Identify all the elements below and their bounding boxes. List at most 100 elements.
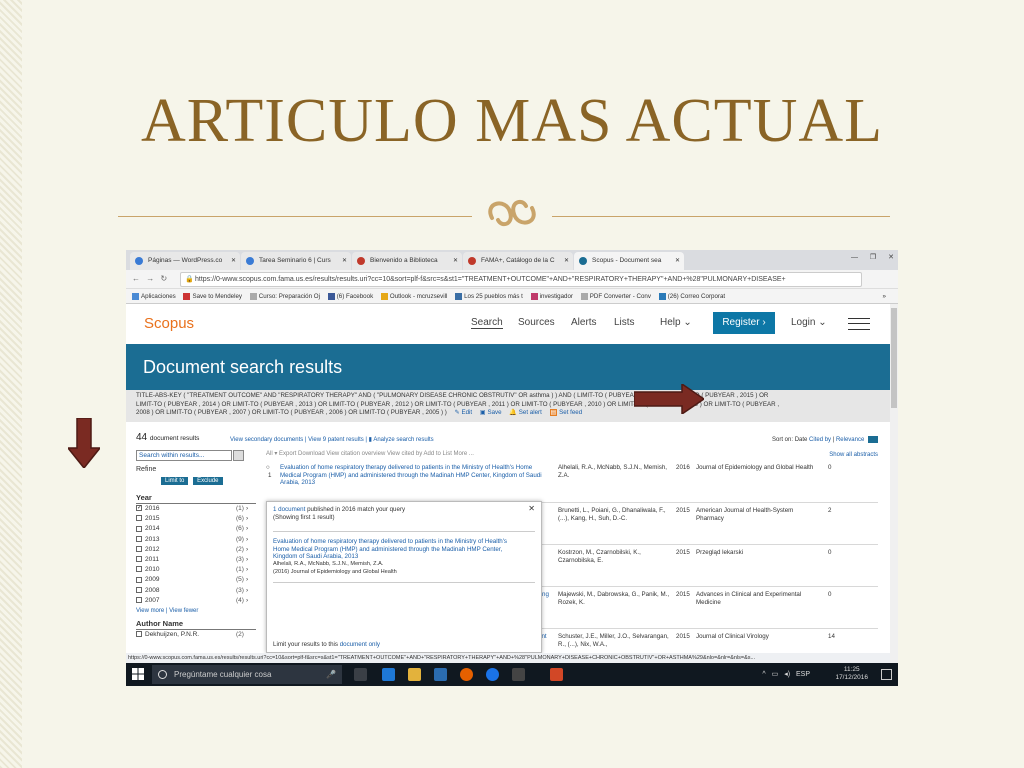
bookmark-item[interactable]: Save to Mendeley bbox=[183, 289, 242, 303]
result-authors[interactable]: Brunetti, L., Poiani, G., Dhanaliwala, F… bbox=[558, 507, 670, 522]
bookmark-item[interactable]: Curso: Preparación Oj bbox=[249, 289, 320, 303]
hamburger-menu-icon[interactable] bbox=[848, 318, 870, 330]
save-query-link[interactable]: ▣ Save bbox=[480, 409, 502, 416]
limit-document-link[interactable]: document only bbox=[340, 641, 380, 648]
year-facet-item[interactable]: 2009 (5) › bbox=[136, 575, 256, 585]
result-source[interactable]: Przegląd lekarski bbox=[696, 549, 816, 557]
clock[interactable]: 11:25 17/12/2016 bbox=[835, 666, 868, 682]
sort-relevance[interactable]: Relevance bbox=[836, 437, 864, 443]
checkbox[interactable] bbox=[136, 556, 142, 563]
url-input[interactable]: 🔒 https://0-www.scopus.com.fama.us.es/res… bbox=[180, 272, 862, 287]
result-cited[interactable]: 0 bbox=[828, 464, 831, 472]
close-icon[interactable]: ✕ bbox=[528, 505, 535, 513]
checkbox[interactable] bbox=[136, 546, 142, 553]
checkbox[interactable] bbox=[136, 596, 142, 603]
chevron-right-icon[interactable]: › bbox=[246, 524, 248, 534]
windows-start-icon[interactable] bbox=[132, 668, 144, 680]
result-source[interactable]: Journal of Epidemiology and Global Healt… bbox=[696, 464, 816, 472]
edit-query-link[interactable]: ✎ Edit bbox=[455, 409, 473, 416]
view-secondary-link[interactable]: View secondary documents bbox=[230, 437, 303, 443]
task-view-icon[interactable] bbox=[354, 668, 367, 681]
search-within-input[interactable]: Search within results... bbox=[136, 450, 244, 461]
result-source[interactable]: Advances in Clinical and Experimental Me… bbox=[696, 591, 816, 606]
register-button[interactable]: Register › bbox=[713, 312, 775, 334]
result-source[interactable]: Journal of Clinical Virology bbox=[696, 633, 816, 641]
checkbox[interactable] bbox=[136, 515, 142, 522]
year-facet-item[interactable]: 2012 (2) › bbox=[136, 545, 256, 555]
year-facet-item[interactable]: 2011 (3) › bbox=[136, 555, 256, 565]
browser-tab[interactable]: FAMA+, Catálogo de la C ✕ bbox=[463, 252, 573, 270]
result-source[interactable]: American Journal of Health-System Pharma… bbox=[696, 507, 816, 522]
sort-cited[interactable]: Cited by bbox=[809, 437, 831, 443]
page-scrollbar[interactable] bbox=[890, 304, 898, 664]
popup-document-link[interactable]: 1 document bbox=[273, 506, 305, 513]
checkbox[interactable] bbox=[136, 576, 142, 583]
close-icon[interactable]: ✕ bbox=[231, 252, 236, 270]
nav-lists[interactable]: Lists bbox=[614, 317, 635, 328]
nav-alerts[interactable]: Alerts bbox=[571, 317, 597, 328]
close-icon[interactable]: ✕ bbox=[675, 252, 680, 270]
chevron-right-icon[interactable]: › bbox=[246, 586, 248, 596]
chevron-right-icon[interactable]: › bbox=[246, 555, 248, 565]
show-abstracts-link[interactable]: Show all abstracts bbox=[829, 452, 878, 458]
chevron-right-icon[interactable]: › bbox=[246, 504, 248, 514]
checkbox[interactable] bbox=[136, 566, 142, 573]
analyze-results-link[interactable]: ▮ Analyze search results bbox=[369, 437, 434, 443]
result-cited[interactable]: 2 bbox=[828, 507, 831, 515]
sort-date[interactable]: Date bbox=[795, 437, 808, 443]
bookmark-item[interactable]: investigador bbox=[530, 289, 573, 303]
chevron-right-icon[interactable]: › bbox=[246, 565, 248, 575]
result-authors[interactable]: Alhelali, R.A., McNabb, S.J.N., Memish, … bbox=[558, 464, 670, 479]
nav-search[interactable]: Search bbox=[471, 317, 503, 329]
system-tray-icons[interactable]: ^ ▭ ◂) ESP bbox=[762, 670, 810, 678]
bookmark-item[interactable]: (26) Correo Corporat bbox=[658, 289, 725, 303]
year-facet-item[interactable]: ✓ 2016 (1) › bbox=[136, 504, 256, 514]
chrome-active-icon[interactable] bbox=[512, 668, 525, 681]
notifications-icon[interactable] bbox=[881, 669, 892, 680]
year-facet-item[interactable]: 2013 (9) › bbox=[136, 535, 256, 545]
nav-buttons[interactable]: ← → ↻ bbox=[132, 274, 167, 283]
set-alert-link[interactable]: 🔔 Set alert bbox=[509, 409, 541, 416]
bookmark-item[interactable]: Aplicaciones bbox=[132, 289, 176, 303]
checkbox[interactable]: ✓ bbox=[136, 505, 142, 512]
chevron-right-icon[interactable]: › bbox=[246, 575, 248, 585]
limit-to-button[interactable]: Limit to bbox=[161, 477, 189, 485]
browser-tab[interactable]: Bienvenido a Biblioteca ✕ bbox=[352, 252, 462, 270]
browser-tab[interactable]: Tarea Seminario 6 | Curs ✕ bbox=[241, 252, 351, 270]
file-explorer-icon[interactable] bbox=[408, 668, 421, 681]
close-icon[interactable]: ✕ bbox=[453, 252, 458, 270]
result-cited[interactable]: 0 bbox=[828, 591, 831, 599]
browser-tab-active[interactable]: Scopus - Document sea ✕ bbox=[574, 252, 684, 270]
edge-icon[interactable] bbox=[382, 668, 395, 681]
scopus-logo[interactable]: Scopus bbox=[144, 315, 194, 332]
checkbox[interactable] bbox=[136, 525, 142, 532]
year-facet-item[interactable]: 2010 (1) › bbox=[136, 565, 256, 575]
year-facet-item[interactable]: 2014 (6) › bbox=[136, 524, 256, 534]
bookmark-item[interactable]: Los 25 pueblos más t bbox=[455, 289, 523, 303]
window-controls[interactable]: — ❐ ✕ bbox=[851, 253, 894, 261]
result-authors[interactable]: Kostrzon, M., Czarnobilski, K., Czarnobi… bbox=[558, 549, 670, 564]
author-facet-item[interactable]: Dekhuijzen, P.N.R. (2) bbox=[136, 630, 256, 640]
store-icon[interactable] bbox=[434, 668, 447, 681]
nav-sources[interactable]: Sources bbox=[518, 317, 555, 328]
exclude-button[interactable]: Exclude bbox=[193, 477, 223, 485]
year-facet-item[interactable]: 2015 (6) › bbox=[136, 514, 256, 524]
login-button[interactable]: Login ⌄ bbox=[791, 317, 827, 328]
chevron-right-icon[interactable]: › bbox=[246, 545, 248, 555]
set-feed-link[interactable]: ▤ Set feed bbox=[549, 409, 582, 416]
checkbox[interactable] bbox=[136, 535, 142, 542]
view-patents-link[interactable]: View 9 patent results bbox=[308, 437, 364, 443]
powerpoint-icon[interactable] bbox=[550, 668, 563, 681]
close-icon[interactable]: ✕ bbox=[564, 252, 569, 270]
bookmarks-more[interactable]: » bbox=[883, 289, 886, 303]
view-fewer-link[interactable]: View fewer bbox=[169, 608, 198, 614]
nav-help[interactable]: Help ⌄ bbox=[660, 317, 692, 328]
view-more-link[interactable]: View more bbox=[136, 608, 164, 614]
bookmark-item[interactable]: (6) Facebook bbox=[327, 289, 373, 303]
popup-title-link[interactable]: Evaluation of home respiratory therapy d… bbox=[273, 538, 509, 561]
cortana-search[interactable]: Pregúntame cualquier cosa 🎤 bbox=[152, 665, 342, 684]
checkbox[interactable] bbox=[136, 586, 142, 593]
search-icon[interactable] bbox=[233, 450, 244, 461]
year-facet-item[interactable]: 2007 (4) › bbox=[136, 596, 256, 606]
chevron-right-icon[interactable]: › bbox=[246, 535, 248, 545]
